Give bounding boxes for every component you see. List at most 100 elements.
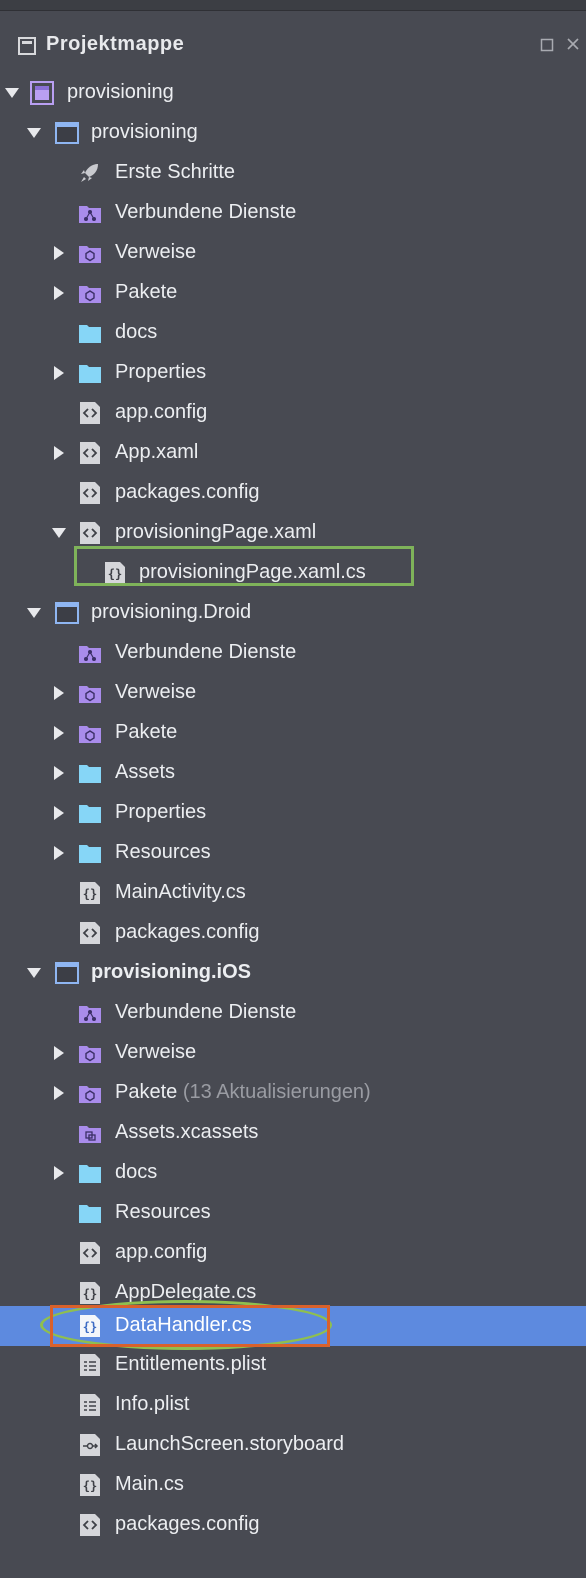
tree-item-project[interactable]: provisioning.Droid	[0, 593, 586, 633]
tree-item-label: Info.plist	[115, 1393, 190, 1415]
tree-item[interactable]: Info.plist	[0, 1385, 586, 1425]
collapsed-arrow-icon[interactable]	[52, 446, 66, 460]
folder-icon	[79, 325, 101, 343]
collapsed-arrow-icon[interactable]	[52, 1086, 66, 1100]
packages-folder-icon	[79, 1086, 101, 1103]
tree-item-label: Pakete	[115, 281, 178, 303]
tree-item-label: Verweise	[115, 1041, 197, 1063]
tree-item[interactable]: Verbundene Dienste	[0, 193, 586, 233]
tree-item-label: app.config	[115, 1241, 208, 1263]
tree-item[interactable]: docs	[0, 1153, 586, 1193]
expanded-arrow-icon[interactable]	[27, 966, 41, 980]
close-icon[interactable]	[565, 36, 581, 52]
tree-item[interactable]: Erste Schritte	[0, 153, 586, 193]
references-folder-icon	[79, 686, 101, 703]
project-icon	[55, 962, 79, 984]
tree-item[interactable]: Verweise	[0, 233, 586, 273]
tree-item[interactable]: Verbundene Dienste	[0, 633, 586, 673]
tree-item[interactable]: Properties	[0, 353, 586, 393]
collapsed-arrow-icon[interactable]	[52, 766, 66, 780]
tree-item-label: MainActivity.cs	[115, 881, 246, 903]
xml-file-icon	[80, 442, 100, 464]
tree-item[interactable]: LaunchScreen.storyboard	[0, 1425, 586, 1465]
tree-item[interactable]: Resources	[0, 833, 586, 873]
csharp-file-icon: {}	[80, 1474, 100, 1496]
folder-icon	[79, 845, 101, 863]
collapsed-arrow-icon[interactable]	[52, 806, 66, 820]
xml-file-icon	[80, 482, 100, 504]
packages-folder-icon	[79, 286, 101, 303]
plist-file-icon	[80, 1354, 100, 1376]
tree-item[interactable]: Properties	[0, 793, 586, 833]
tree-item-project[interactable]: provisioning.iOS	[0, 953, 586, 993]
tree-item-solution[interactable]: provisioning	[0, 73, 586, 113]
tree-item[interactable]: Assets.xcassets	[0, 1113, 586, 1153]
tree-item-label: Pakete	[115, 721, 178, 743]
references-folder-icon	[79, 1046, 101, 1063]
folder-icon	[79, 1165, 101, 1183]
tree-item[interactable]: Pakete (13 Aktualisierungen)	[0, 1073, 586, 1113]
tree-item-project[interactable]: provisioning	[0, 113, 586, 153]
svg-text:{}: {}	[83, 887, 97, 901]
collapsed-arrow-icon[interactable]	[52, 286, 66, 300]
csharp-file-icon: {}	[80, 1282, 100, 1304]
references-folder-icon	[79, 246, 101, 263]
tree-item-label: Verweise	[115, 681, 197, 703]
tree-item-label: provisioning.iOS	[91, 961, 252, 983]
tree-item[interactable]: packages.config	[0, 473, 586, 513]
tree-item-label: provisioningPage.xaml	[115, 521, 317, 543]
tree-item-label: provisioning.Droid	[91, 601, 252, 623]
asset-catalog-icon	[79, 1126, 101, 1143]
expanded-arrow-icon[interactable]	[27, 606, 41, 620]
tree-item-label: Verbundene Dienste	[115, 1001, 297, 1023]
tree-item-label: LaunchScreen.storyboard	[115, 1433, 345, 1455]
tree-item[interactable]: Assets	[0, 753, 586, 793]
tree-item[interactable]: app.config	[0, 1233, 586, 1273]
svg-text:{}: {}	[83, 1287, 97, 1301]
tree-item[interactable]: Pakete	[0, 713, 586, 753]
tree-item-label: app.config	[115, 401, 208, 423]
highlight-box-orange	[50, 1305, 330, 1347]
collapsed-arrow-icon[interactable]	[52, 686, 66, 700]
tree-item[interactable]: Verweise	[0, 1033, 586, 1073]
expanded-arrow-icon[interactable]	[52, 526, 66, 540]
tree-item[interactable]: Verweise	[0, 673, 586, 713]
maximize-icon[interactable]	[540, 38, 554, 52]
tree-item[interactable]: Verbundene Dienste	[0, 993, 586, 1033]
tree-item[interactable]: app.config	[0, 393, 586, 433]
folder-icon	[79, 805, 101, 823]
project-icon	[55, 122, 79, 144]
collapsed-arrow-icon[interactable]	[52, 1046, 66, 1060]
tree-item-label: Verbundene Dienste	[115, 201, 297, 223]
tree-item[interactable]: App.xaml	[0, 433, 586, 473]
tree-item-label: packages.config	[115, 481, 260, 503]
tree-item[interactable]: Pakete	[0, 273, 586, 313]
folder-icon	[79, 365, 101, 383]
panel-title: Projektmappe	[46, 33, 185, 55]
collapsed-arrow-icon[interactable]	[52, 246, 66, 260]
panel-header: Projektmappe	[0, 28, 586, 64]
svg-text:{}: {}	[83, 1479, 97, 1493]
folder-icon	[79, 765, 101, 783]
tree-item[interactable]: {} MainActivity.cs	[0, 873, 586, 913]
tree-item[interactable]: Entitlements.plist	[0, 1345, 586, 1385]
tree-item[interactable]: packages.config	[0, 1505, 586, 1545]
xml-file-icon	[80, 1242, 100, 1264]
tree-item-label: Pakete (13 Aktualisierungen)	[115, 1081, 371, 1104]
xml-file-icon	[80, 1514, 100, 1536]
tree-item-label: Verbundene Dienste	[115, 641, 297, 663]
collapsed-arrow-icon[interactable]	[52, 726, 66, 740]
collapsed-arrow-icon[interactable]	[52, 1166, 66, 1180]
tree-item-label: Resources	[115, 1201, 211, 1223]
tree-item[interactable]: {} Main.cs	[0, 1465, 586, 1505]
tree-item-label: Resources	[115, 841, 211, 863]
collapsed-arrow-icon[interactable]	[52, 366, 66, 380]
tree-item[interactable]: docs	[0, 313, 586, 353]
expanded-arrow-icon[interactable]	[27, 126, 41, 140]
solution-panel-icon	[18, 37, 36, 55]
tree-item-label: Verweise	[115, 241, 197, 263]
expanded-arrow-icon[interactable]	[5, 86, 19, 100]
collapsed-arrow-icon[interactable]	[52, 846, 66, 860]
tree-item[interactable]: packages.config	[0, 913, 586, 953]
tree-item[interactable]: Resources	[0, 1193, 586, 1233]
